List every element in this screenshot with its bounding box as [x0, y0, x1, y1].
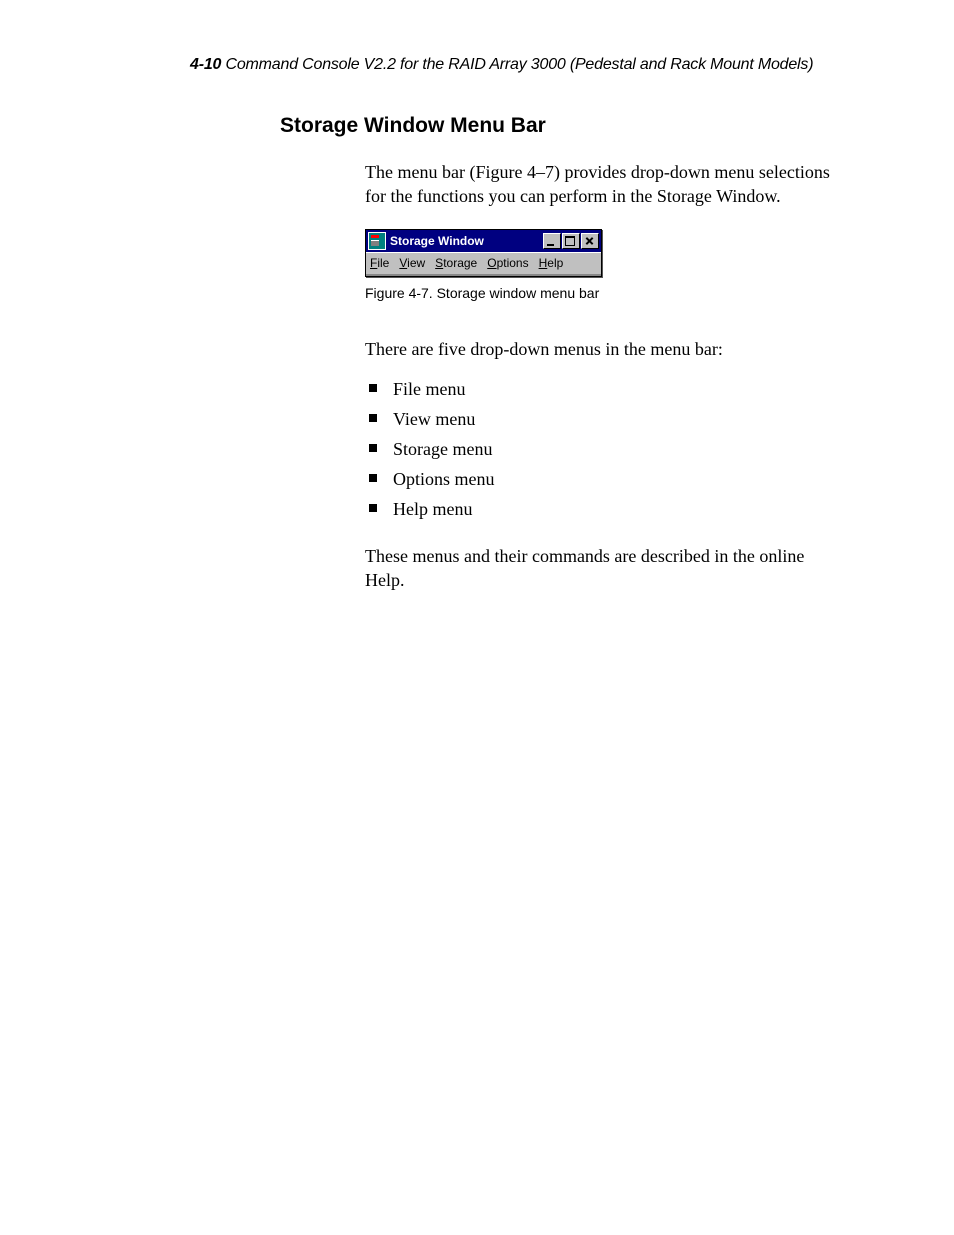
document-page: 4-10 Command Console V2.2 for the RAID A… [0, 0, 954, 592]
list-intro: There are five drop-down menus in the me… [365, 337, 834, 361]
list-item: File menu [387, 379, 834, 400]
figure-storage-window: Storage Window File View Storage Options… [365, 229, 834, 277]
maximize-button[interactable] [562, 233, 580, 249]
menubar: File View Storage Options Help [366, 252, 601, 276]
window-title: Storage Window [390, 234, 543, 248]
menu-options[interactable]: Options [487, 256, 528, 270]
menu-storage[interactable]: Storage [435, 256, 477, 270]
running-header: 4-10 Command Console V2.2 for the RAID A… [190, 56, 834, 74]
minimize-button[interactable] [543, 233, 561, 249]
titlebar: Storage Window [366, 230, 601, 252]
page-number: 4-10 [190, 56, 221, 73]
header-title: Command Console V2.2 for the RAID Array … [225, 56, 813, 73]
menu-view[interactable]: View [399, 256, 425, 270]
menu-list: File menu View menu Storage menu Options… [365, 379, 834, 520]
window-controls [543, 233, 599, 249]
list-item: View menu [387, 409, 834, 430]
section-heading: Storage Window Menu Bar [280, 114, 834, 138]
intro-paragraph: The menu bar (Figure 4–7) provides drop-… [365, 160, 834, 209]
list-item: Options menu [387, 469, 834, 490]
menu-file[interactable]: File [370, 256, 389, 270]
close-button[interactable] [581, 233, 599, 249]
closing-paragraph: These menus and their commands are descr… [365, 544, 834, 593]
app-icon [368, 232, 386, 250]
figure-caption: Figure 4-7. Storage window menu bar [365, 285, 834, 301]
list-item: Help menu [387, 499, 834, 520]
menu-help[interactable]: Help [539, 256, 564, 270]
list-item: Storage menu [387, 439, 834, 460]
storage-window-mock: Storage Window File View Storage Options… [365, 229, 602, 277]
